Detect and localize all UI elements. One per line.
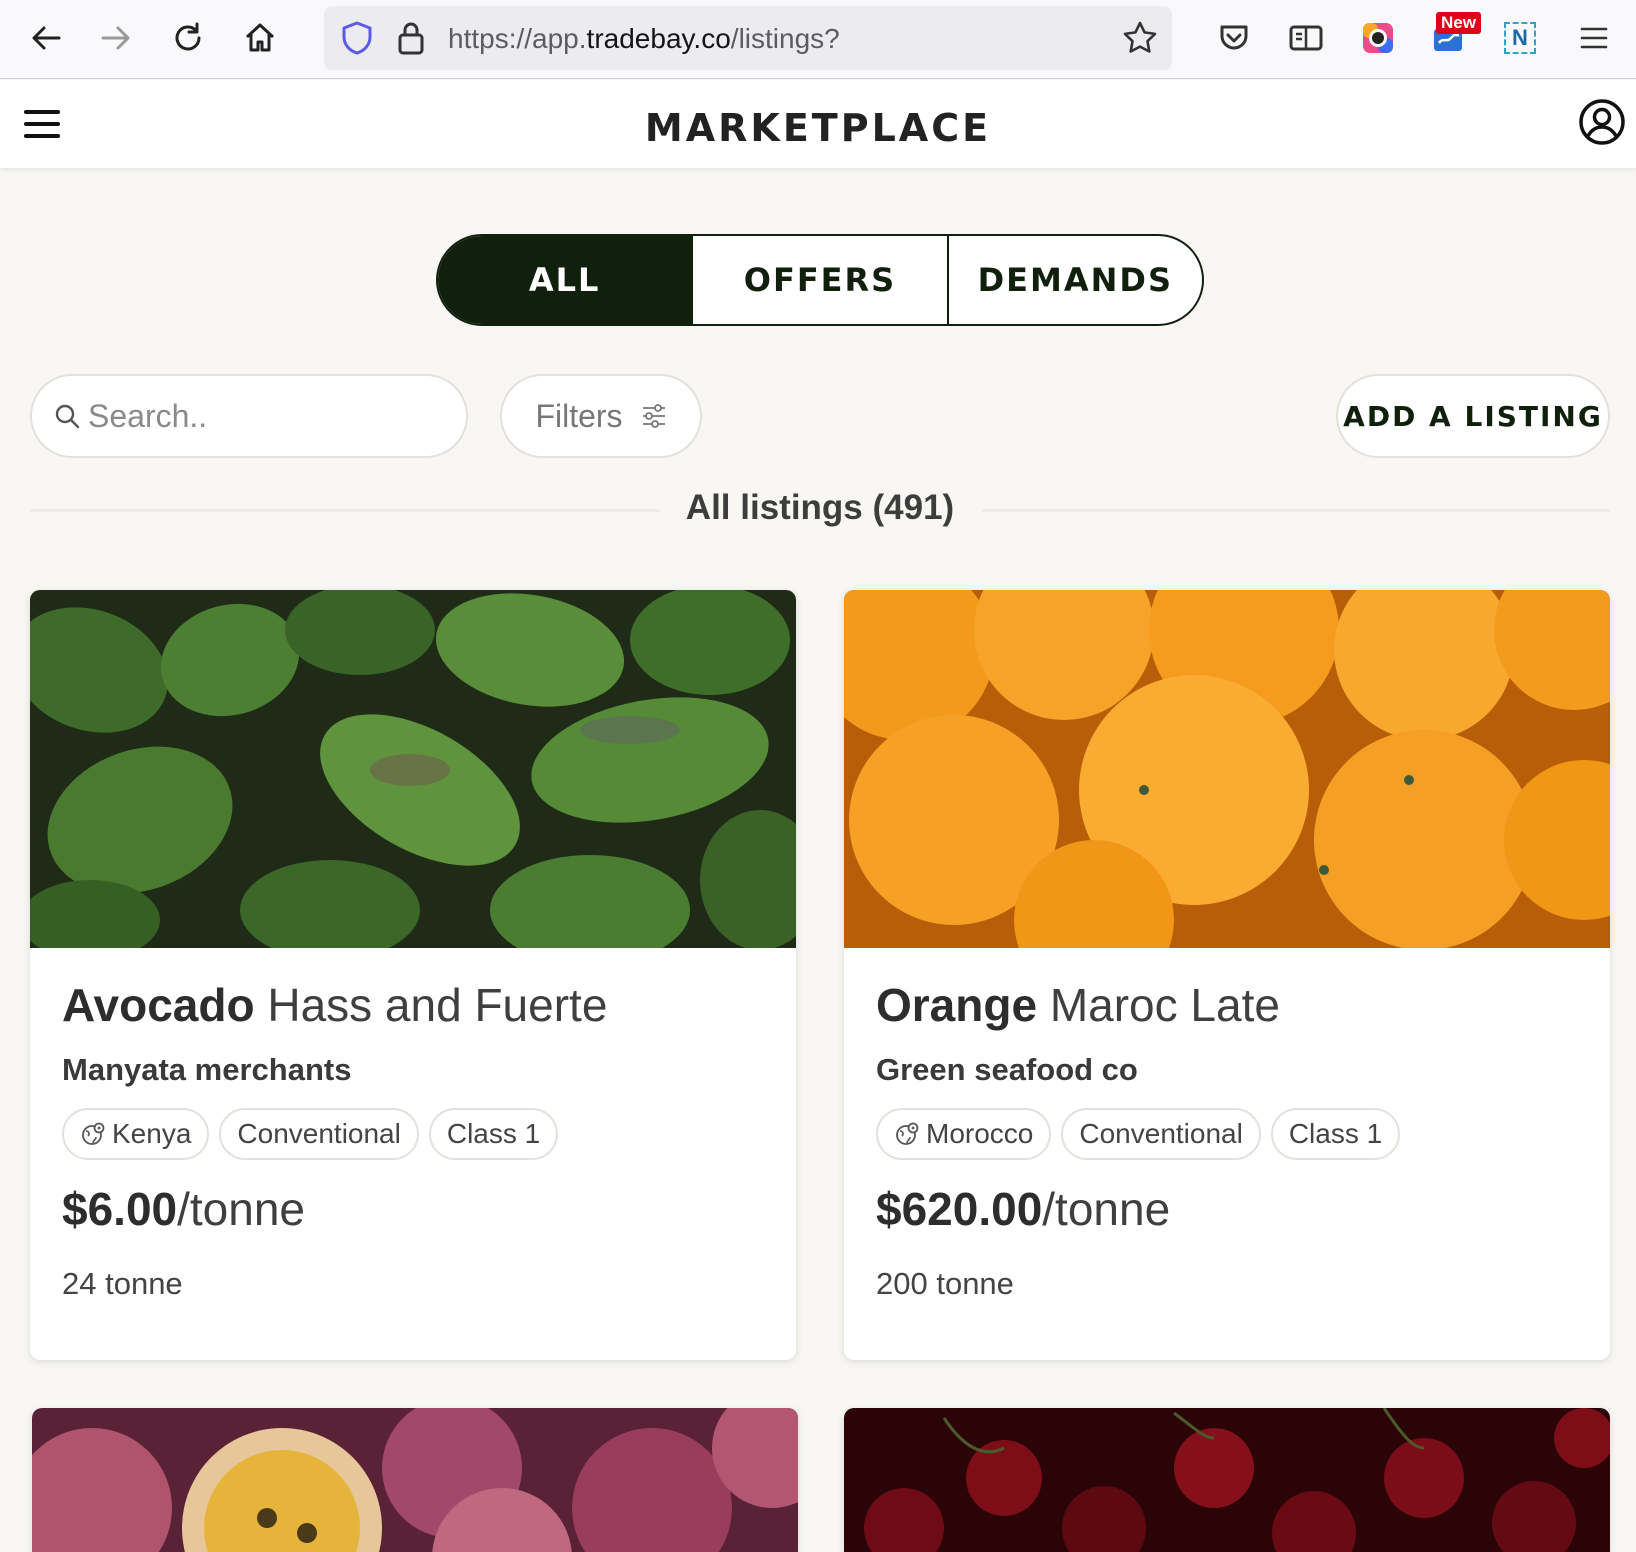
- quantity: 24 tonne: [62, 1266, 183, 1301]
- listing-title: Orange Maroc Late: [876, 982, 1578, 1028]
- price: $6.00/tonne: [62, 1182, 764, 1236]
- product-name: Orange: [876, 979, 1038, 1031]
- listing-card[interactable]: Avocado Hass and Fuerte Manyata merchant…: [30, 590, 796, 1360]
- n-extension-letter: N: [1504, 22, 1536, 54]
- grade-tag: Class 1: [1270, 1108, 1401, 1160]
- pocket-icon[interactable]: [1214, 18, 1254, 58]
- origin-country: Kenya: [112, 1118, 192, 1149]
- price-amount: $620.00: [876, 1183, 1043, 1235]
- product-variety: Maroc Late: [1049, 979, 1280, 1031]
- app-header: MARKETPLACE: [0, 80, 1636, 168]
- listing-card[interactable]: Orange Maroc Late Green seafood co Moroc…: [844, 590, 1610, 1360]
- forward-arrow-icon[interactable]: [96, 18, 136, 58]
- origin-country: Morocco: [926, 1118, 1034, 1149]
- divider-right: [982, 509, 1610, 512]
- price: $620.00/tonne: [876, 1182, 1578, 1236]
- reader-view-icon[interactable]: [1286, 18, 1326, 58]
- globe-pin-icon: [896, 1122, 919, 1145]
- globe-pin-icon: [82, 1122, 105, 1145]
- origin-tag: Morocco: [876, 1108, 1052, 1160]
- home-icon[interactable]: [240, 18, 280, 58]
- listing-card[interactable]: [32, 1408, 798, 1552]
- tab-demands[interactable]: DEMANDS: [946, 236, 1202, 324]
- listing-card[interactable]: [844, 1408, 1610, 1552]
- origin-tag: Kenya: [62, 1108, 210, 1160]
- lock-icon[interactable]: [396, 20, 426, 61]
- tab-offers[interactable]: OFFERS: [691, 236, 946, 324]
- listing-type-tabs: ALL OFFERS DEMANDS: [436, 234, 1204, 326]
- listing-title: Avocado Hass and Fuerte: [62, 982, 764, 1028]
- account-icon[interactable]: [1578, 98, 1626, 146]
- quantity: 200 tonne: [876, 1266, 1014, 1301]
- back-arrow-icon[interactable]: [26, 18, 66, 58]
- search-placeholder: Search..: [88, 397, 208, 434]
- filters-button[interactable]: Filters: [500, 374, 702, 458]
- seller-name: Green seafood co: [876, 1052, 1138, 1087]
- tag-list: Kenya Conventional Class 1: [62, 1108, 764, 1160]
- orange-image: [844, 590, 1610, 948]
- search-input[interactable]: Search..: [30, 374, 468, 458]
- tag-list: Morocco Conventional Class 1: [876, 1108, 1578, 1160]
- color-picker-extension-icon[interactable]: [1358, 18, 1398, 58]
- app-menu-icon[interactable]: [1574, 18, 1614, 58]
- filters-label: Filters: [535, 397, 623, 434]
- product-name: Avocado: [62, 979, 255, 1031]
- price-unit: /tonne: [1042, 1183, 1171, 1235]
- n-extension-icon[interactable]: N: [1500, 18, 1540, 58]
- shield-icon[interactable]: [340, 20, 374, 61]
- production-method-tag: Conventional: [219, 1108, 419, 1160]
- reload-icon[interactable]: [168, 18, 208, 58]
- address-bar[interactable]: https://app.tradebay.co/listings?: [324, 6, 1172, 70]
- listing-details: Avocado Hass and Fuerte Manyata merchant…: [30, 948, 796, 1302]
- bookmark-star-icon[interactable]: [1122, 20, 1158, 61]
- production-method-tag: Conventional: [1061, 1108, 1261, 1160]
- listing-count: All listings (491): [685, 488, 955, 527]
- product-variety: Hass and Fuerte: [267, 979, 608, 1031]
- url-text[interactable]: https://app.tradebay.co/listings?: [448, 23, 840, 55]
- grade-tag: Class 1: [428, 1108, 559, 1160]
- seller-name: Manyata merchants: [62, 1052, 352, 1087]
- avocado-image: [30, 590, 796, 948]
- page-title: MARKETPLACE: [644, 106, 992, 150]
- price-unit: /tonne: [177, 1183, 306, 1235]
- browser-toolbar: https://app.tradebay.co/listings? New N: [0, 0, 1636, 79]
- passion-fruit-image: [32, 1408, 798, 1552]
- add-listing-button[interactable]: ADD A LISTING: [1336, 374, 1610, 458]
- listing-details: Orange Maroc Late Green seafood co Moroc…: [844, 948, 1610, 1302]
- search-icon: [55, 404, 80, 429]
- new-badge: New: [1436, 12, 1481, 34]
- listing-count-row: All listings (491): [30, 484, 1610, 534]
- tab-all[interactable]: ALL: [438, 236, 692, 324]
- cherries-image: [844, 1408, 1610, 1552]
- sliders-icon: [642, 404, 665, 428]
- price-amount: $6.00: [62, 1183, 178, 1235]
